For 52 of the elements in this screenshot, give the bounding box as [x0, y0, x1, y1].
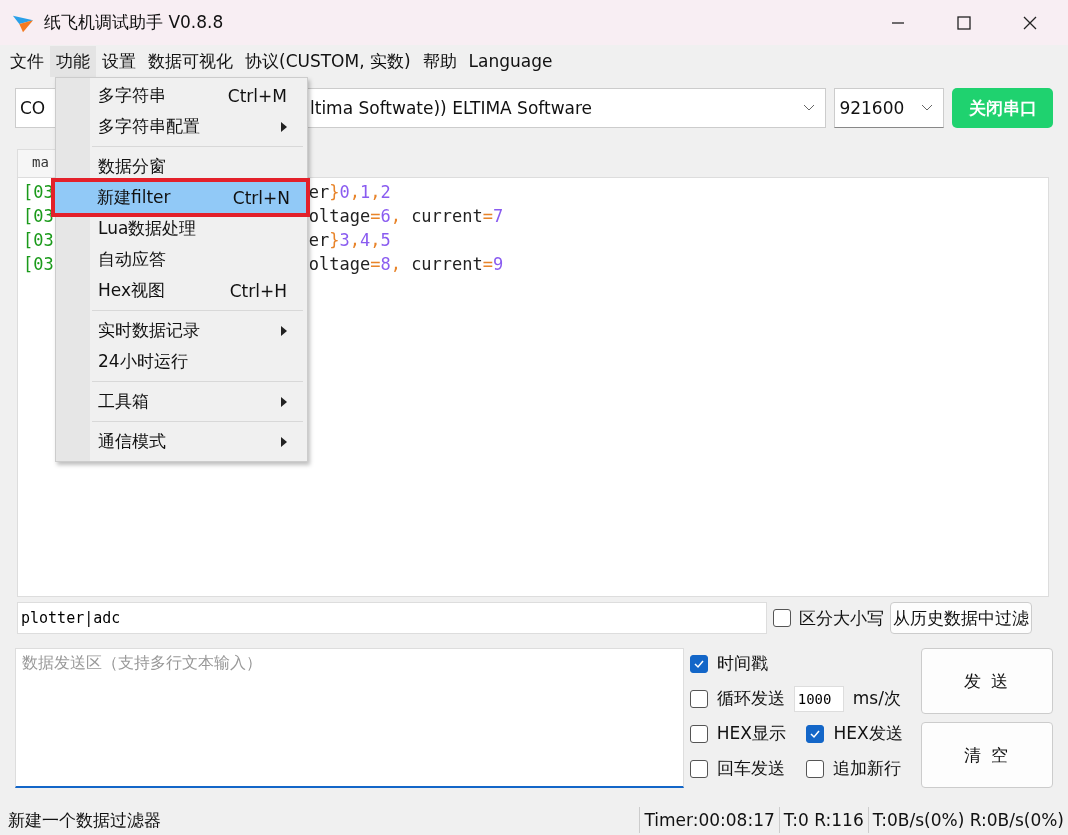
status-message: 新建一个数据过滤器 — [7, 808, 162, 832]
filter-field[interactable]: plotter|adc — [17, 602, 767, 634]
log-line: oltage=8, current=9 — [308, 254, 504, 274]
maximize-icon[interactable] — [956, 14, 972, 31]
menu-item[interactable]: 帮助 — [416, 45, 463, 77]
checkbox-label: 回车发送 — [716, 757, 785, 780]
checkbox[interactable] — [689, 689, 708, 708]
menu-item[interactable]: 24小时运行 — [56, 346, 303, 377]
timestamp-text: [03 — [23, 254, 54, 274]
checkbox-label: HEX发送 — [833, 722, 903, 745]
checkbox[interactable] — [689, 759, 708, 778]
log-line: er}3,4,5 — [308, 230, 391, 250]
interval-field[interactable]: 1000 — [793, 685, 844, 712]
timestamp-text: [03 — [23, 230, 54, 250]
checkbox[interactable] — [689, 724, 708, 743]
log-line: oltage=6, current=7 — [308, 206, 504, 226]
menu-item[interactable]: 工具箱 — [56, 386, 303, 417]
menu-item[interactable]: 文件 — [4, 45, 50, 77]
rate-text: T:0B/s(0%) R:0B/s(0%) — [867, 807, 1068, 833]
menu-item[interactable]: 数据可视化 — [142, 45, 239, 77]
menu-item[interactable]: Language — [462, 47, 559, 75]
baud-dropdown[interactable]: 921600 — [834, 88, 945, 128]
menu-item[interactable]: 通信模式 — [56, 426, 303, 457]
checkbox[interactable] — [773, 609, 791, 627]
checkbox-label: 循环发送 — [716, 687, 785, 710]
chevron-icon — [921, 104, 934, 112]
menu-item[interactable]: 功能 — [50, 45, 96, 77]
menu-item[interactable]: Lua数据处理 — [56, 213, 303, 244]
chevron-icon — [803, 104, 816, 112]
filter-history-button[interactable]: 从历史数据中过滤 — [890, 602, 1032, 634]
menu-item[interactable]: 自动应答 — [56, 244, 303, 275]
checkbox-label: 追加新行 — [833, 757, 902, 780]
menu-item[interactable]: Hex视图 Ctrl+H — [56, 275, 303, 306]
checkbox-label: 时间戳 — [716, 652, 768, 675]
close-icon[interactable] — [1022, 14, 1038, 31]
timestamp-text: [03 — [23, 206, 54, 226]
checkbox[interactable] — [806, 724, 825, 743]
timer-text: Timer:00:08:17 — [639, 807, 779, 833]
checkbox-label: HEX显示 — [716, 722, 786, 745]
checkbox[interactable] — [806, 759, 825, 778]
menu-item[interactable]: 协议(CUSTOM, 实数) — [239, 45, 417, 77]
send-field[interactable]: 数据发送区（支持多行文本输入） — [15, 648, 684, 788]
window-title: 纸飞机调试助手 V0.8.8 — [44, 11, 224, 34]
log-line: er}0,1,2 — [308, 182, 391, 202]
checkbox-label: 区分大小写 — [799, 606, 884, 630]
menu-item[interactable]: 设置 — [96, 45, 142, 77]
send-button[interactable]: 发 送 — [921, 648, 1053, 714]
checkbox[interactable] — [689, 654, 708, 673]
clear-button[interactable]: 清 空 — [921, 722, 1053, 788]
menu-item[interactable]: 实时数据记录 — [56, 315, 303, 346]
counter-text: T:0 R:116 — [778, 807, 868, 833]
unit-label: ms/次 — [852, 687, 901, 710]
